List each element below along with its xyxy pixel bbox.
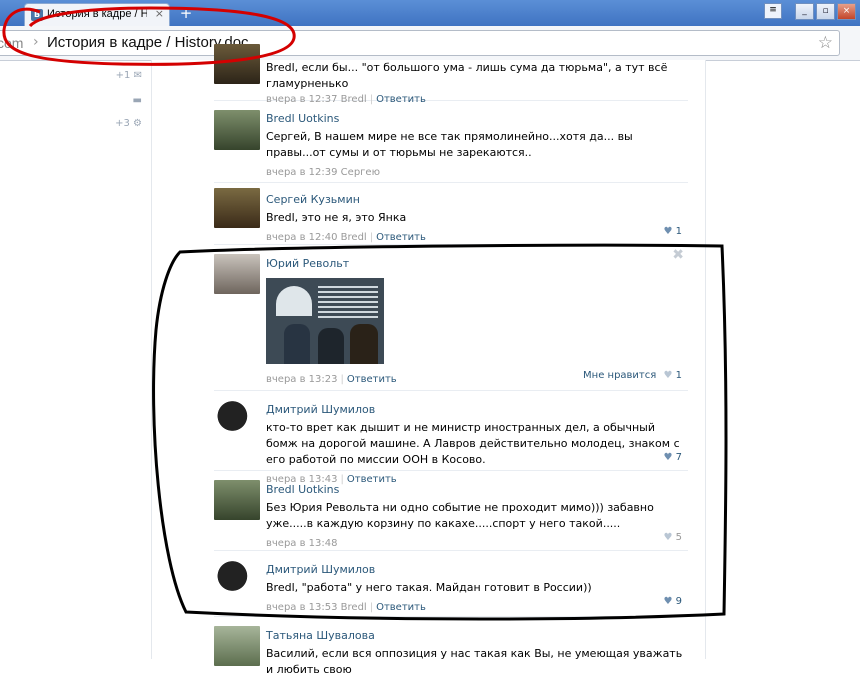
like-button[interactable]: ♥ 5 [663,532,682,543]
attached-photo[interactable] [266,278,384,364]
mail-count: +1 [115,70,131,81]
comment-author[interactable]: Татьяна Шувалова [266,629,688,642]
person-graphic [284,324,310,364]
heart-icon: ♥ [663,452,673,463]
comment-text: Bredl, это не я, это Янка [266,211,407,224]
comment-meta: вчера в 13:48 [266,538,688,549]
comment-item: Сергей Кузьмин Bredl, это не я, это Янка… [214,182,688,245]
like-button[interactable]: ♥ 1 [663,226,682,237]
comment-time[interactable]: вчера в 13:53 Bredl [266,602,367,613]
comment-time[interactable]: вчера в 12:39 Сергею [266,167,380,178]
person-graphic [350,324,378,364]
like-button[interactable]: Мне нравится ♥ 1 [583,370,682,381]
heart-icon: ♥ [663,596,673,607]
avatar[interactable] [214,44,260,84]
avatar[interactable] [214,110,260,150]
mail-action[interactable]: +1 ✉ [116,70,142,81]
comment-time[interactable]: вчера в 13:23 [266,374,338,385]
tab-title: История в кадре / Histo [47,8,147,20]
settings-count: +3 [115,118,130,129]
avatar[interactable] [214,480,260,520]
comment-text: Без Юрия Револьта ни одно событие не про… [266,501,654,530]
comment-author[interactable]: Сергей Кузьмин [266,193,688,206]
comment-time[interactable]: вчера в 13:48 [266,538,338,549]
comment-meta: вчера в 12:39 Сергею [266,167,688,178]
settings-action[interactable]: +3 ⚙ [115,118,142,129]
menu-icon[interactable]: ≡ [764,3,782,19]
heart-icon: ♥ [663,370,673,381]
url-domain: com [0,35,24,51]
reply-link[interactable]: Ответить [347,374,397,385]
reply-link[interactable]: Ответить [376,232,426,243]
comment-meta: вчера в 12:40 Bredl | Ответить [266,232,426,243]
like-count: 1 [675,226,682,237]
comment-meta: вчера в 13:53 Bredl | Ответить [266,602,426,613]
comment-author[interactable]: Юрий Револьт [266,257,688,270]
comment-text: Bredl, если бы... "от большого ума - лиш… [266,61,668,90]
comment-author[interactable]: Bredl Uotkins [266,483,688,496]
comment-item: Bredl Uotkins Сергей, В нашем мире не вс… [214,104,688,183]
caption-graphic [318,286,378,320]
comment-text: Василий, если вся оппозиция у нас такая … [266,647,683,676]
avatar[interactable] [214,626,260,666]
comment-item: ✖ Юрий Револьт вчера в 13:23 | Ответить Мн… [214,244,688,391]
comment-author[interactable]: Дмитрий Шумилов [266,403,688,416]
like-count: 7 [675,452,682,463]
like-count: 9 [675,596,682,607]
close-window-button[interactable]: × [837,3,856,20]
comment-author[interactable]: Bredl Uotkins [266,112,688,125]
heart-icon: ♥ [663,532,673,543]
browser-tab-strip: В История в кадре / Histo × + ≡ _ ▫ × [0,0,860,26]
comment-text: Bredl, "работа" у него такая. Майдан гот… [266,581,592,594]
like-label: Мне нравится [583,370,657,381]
comment-text: кто-то врет как дышит и не министр иност… [266,421,680,466]
comment-action[interactable]: ▬ [133,95,142,106]
like-count: 1 [675,370,682,381]
reply-link[interactable]: Ответить [376,602,426,613]
tab-close-icon[interactable]: × [155,7,164,20]
avatar[interactable] [214,188,260,228]
maximize-button[interactable]: ▫ [816,3,835,20]
vk-favicon-icon: В [31,9,43,21]
like-button[interactable]: ♥ 9 [663,596,682,607]
comment-bubble-icon: ▬ [132,95,142,106]
comment-item: Bredl Uotkins Без Юрия Револьта ни одно … [214,470,688,551]
comment-item: Дмитрий Шумилов кто-то врет как дышит и … [214,390,688,485]
avatar[interactable] [214,560,260,600]
gauge-graphic [276,286,312,316]
gear-icon: ⚙ [133,118,142,129]
mail-icon: ✉ [133,70,142,81]
minimize-button[interactable]: _ [795,3,814,20]
person-graphic [318,328,344,364]
like-count: 5 [675,532,682,543]
avatar[interactable] [214,254,260,294]
comment-text: Сергей, В нашем мире не все так прямолин… [266,130,633,159]
heart-icon: ♥ [663,226,673,237]
avatar[interactable] [214,400,260,440]
url-input[interactable]: com › История в кадре / History.doc ☆ [0,30,840,56]
like-button[interactable]: ♥ 7 [663,452,682,463]
window-controls: _ ▫ × [795,3,856,20]
browser-tab[interactable]: В История в кадре / Histo × [24,3,170,26]
url-separator: › [33,34,39,50]
comment-item: Bredl, если бы... "от большого ума - лиш… [214,44,688,105]
comment-author[interactable]: Дмитрий Шумилов [266,563,688,576]
new-tab-button[interactable]: + [176,4,196,22]
comment-time[interactable]: вчера в 12:40 Bredl [266,232,367,243]
comments-page: Bredl, если бы... "от большого ума - лиш… [151,44,706,676]
bookmark-star-icon[interactable]: ☆ [818,33,833,53]
comment-item: Дмитрий Шумилов Bredl, "работа" у него т… [214,550,688,617]
